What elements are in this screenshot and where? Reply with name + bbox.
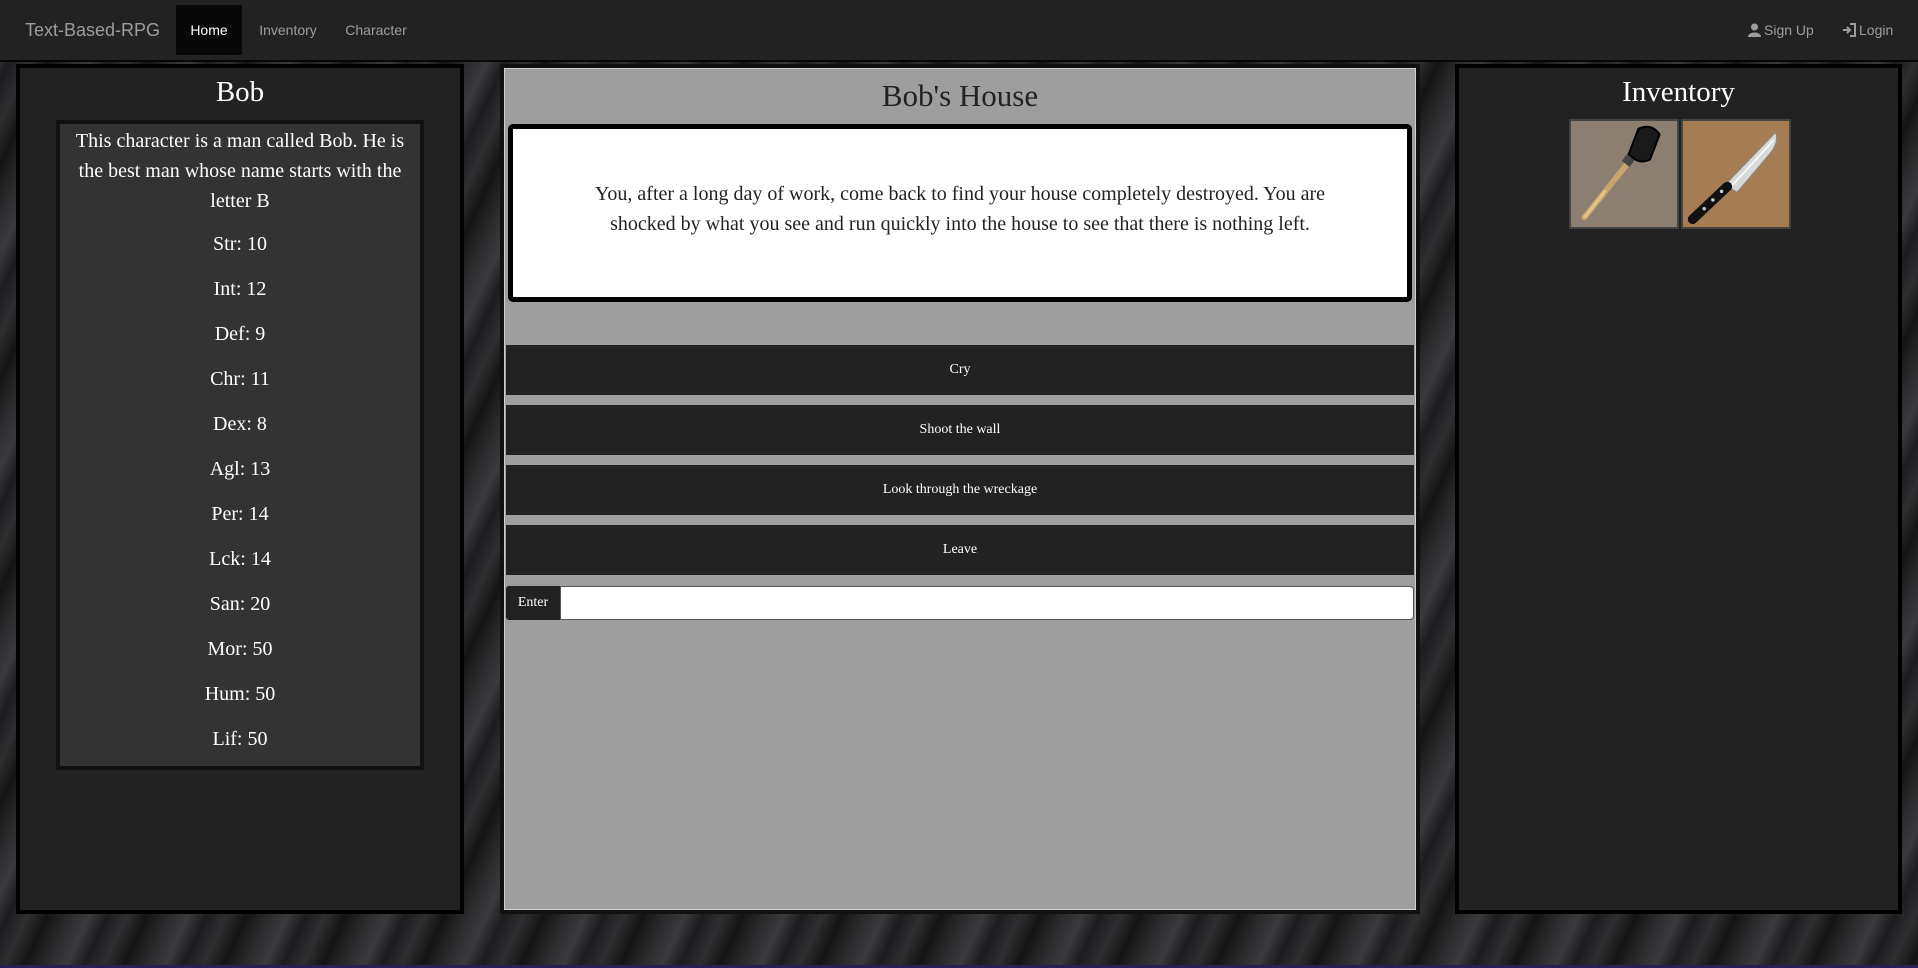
choice-look-wreckage-button[interactable]: Look through the wreckage (506, 465, 1414, 515)
story-text: You, after a long day of work, come back… (508, 124, 1412, 302)
stat-def: Def: 9 (214, 323, 266, 345)
user-icon (1748, 23, 1761, 37)
character-description: This character is a man called Bob. He i… (75, 130, 405, 212)
scene-panel: Bob's House You, after a long day of wor… (500, 64, 1420, 914)
enter-button[interactable]: Enter (506, 586, 560, 620)
navbar: Text-Based-RPG Home Inventory Character … (0, 0, 1918, 62)
stat-lif: Lif: 50 (212, 728, 268, 750)
choice-shoot-wall-button[interactable]: Shoot the wall (506, 405, 1414, 455)
stat-chr: Chr: 11 (210, 368, 270, 390)
stat-str: Str: 10 (213, 233, 267, 255)
sign-up-label: Sign Up (1764, 22, 1814, 38)
choice-cry-button[interactable]: Cry (506, 345, 1414, 395)
stat-agl: Agl: 13 (209, 458, 271, 480)
inventory-panel: Inventory (1455, 64, 1902, 914)
knife-icon (1687, 131, 1778, 225)
brand-link[interactable]: Text-Based-RPG (25, 20, 160, 41)
inventory-slot-shovel[interactable] (1569, 119, 1679, 229)
inventory-title: Inventory (1622, 76, 1735, 108)
character-panel: Bob This character is a man called Bob. … (16, 64, 464, 914)
scene-title: Bob's House (881, 78, 1039, 113)
inventory-slot-knife[interactable] (1681, 119, 1791, 229)
command-row: Enter (506, 586, 1414, 620)
login-icon (1843, 23, 1856, 37)
nav-character[interactable]: Character (338, 5, 414, 55)
nav-home[interactable]: Home (176, 5, 242, 55)
command-input[interactable] (560, 586, 1414, 620)
sign-up-link[interactable]: Sign Up (1748, 5, 1814, 55)
stat-mor: Mor: 50 (207, 638, 273, 660)
stat-san: San: 20 (209, 593, 271, 615)
login-link[interactable]: Login (1842, 5, 1893, 55)
stat-int: Int: 12 (213, 278, 267, 300)
character-name: Bob (215, 76, 265, 108)
stat-per: Per: 14 (211, 503, 269, 525)
stat-hum: Hum: 50 (204, 683, 276, 705)
nav-inventory[interactable]: Inventory (250, 5, 326, 55)
stat-lck: Lck: 14 (209, 548, 271, 570)
character-stats-box: This character is a man called Bob. He i… (56, 120, 424, 770)
stat-dex: Dex: 8 (213, 413, 267, 435)
choice-leave-button[interactable]: Leave (506, 525, 1414, 575)
login-label: Login (1859, 22, 1894, 38)
shovel-icon (1581, 125, 1661, 221)
